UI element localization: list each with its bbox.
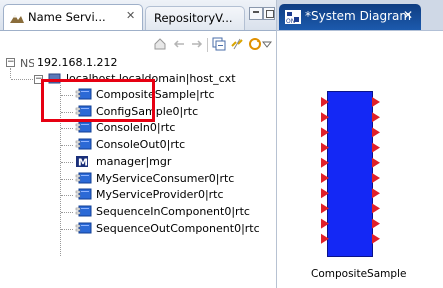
out-port[interactable]	[372, 157, 380, 168]
diagram-icon: ON	[285, 10, 301, 27]
highlight-selection-box	[41, 79, 155, 122]
home-icon[interactable]	[153, 37, 167, 54]
tree-connector	[10, 68, 11, 78]
system-diagram-editor: ON *System Diagram ✕ CompositeSample	[277, 0, 443, 288]
rtc-component-icon	[75, 222, 93, 238]
tree-connector	[61, 179, 73, 180]
maximize-icon	[266, 10, 274, 18]
tree-item-label: MyServiceProvider0|rtc	[96, 188, 224, 201]
view-menu-icon[interactable]	[261, 39, 273, 52]
back-icon[interactable]	[172, 37, 186, 54]
tree-item-label: ConsoleOut0|rtc	[96, 138, 186, 151]
component-name-label: CompositeSample	[311, 268, 407, 280]
name-service-view-icon	[9, 12, 25, 29]
left-tab-bar: Name Servi... ✕ RepositoryV...	[0, 0, 276, 31]
tree-root-label: 192.168.1.212	[37, 56, 118, 69]
name-server-icon: NS	[20, 56, 35, 72]
tree-item-label: MyServiceConsumer0|rtc	[96, 172, 235, 185]
minimize-button[interactable]	[249, 7, 263, 20]
tab-system-diagram-label: *System Diagram	[305, 9, 412, 23]
tab-name-service[interactable]: Name Servi... ✕	[3, 4, 143, 30]
refresh-icon[interactable]	[248, 37, 262, 54]
tree-item-row[interactable]: MyServiceProvider0|rtc	[0, 187, 276, 203]
tab-name-service-label: Name Servi...	[28, 10, 106, 24]
collapse-all-icon[interactable]	[212, 37, 226, 54]
tree-item-row[interactable]: Mmanager|mgr	[0, 154, 276, 170]
out-port[interactable]	[372, 203, 380, 214]
tree-item-label: SequenceOutComponent0|rtc	[96, 222, 260, 235]
rtc-component-icon	[75, 172, 93, 188]
tree-connector	[61, 128, 73, 129]
tab-repository-label: RepositoryV...	[154, 11, 233, 25]
tree-item-label: ConsoleIn0|rtc	[96, 121, 176, 134]
tree-item-label: manager|mgr	[96, 155, 172, 168]
link-icon[interactable]	[230, 37, 244, 54]
svg-text:M: M	[78, 158, 88, 169]
rtc-component-icon	[75, 121, 93, 137]
tree-item-row[interactable]: ConsoleIn0|rtc	[0, 120, 276, 136]
svg-text:NS: NS	[20, 57, 34, 69]
out-port[interactable]	[372, 233, 380, 244]
tree-connector	[61, 229, 73, 230]
rtc-component-icon	[75, 188, 93, 204]
maximize-button[interactable]	[263, 7, 275, 20]
view-toolbar	[0, 31, 276, 57]
name-service-view: Name Servi... ✕ RepositoryV... − NS 192.…	[0, 0, 277, 288]
tree-item-label: SequenceInComponent0|rtc	[96, 205, 250, 218]
out-port[interactable]	[372, 173, 380, 183]
close-icon[interactable]: ✕	[403, 8, 413, 22]
rtc-component-icon	[75, 205, 93, 221]
tree-item-row[interactable]: MyServiceConsumer0|rtc	[0, 171, 276, 187]
out-port[interactable]	[372, 142, 380, 153]
out-port[interactable]	[372, 112, 380, 123]
tree-connector	[61, 162, 73, 163]
tab-repository-view[interactable]: RepositoryV...	[145, 6, 245, 30]
tree-connector	[61, 195, 73, 196]
tree-connector	[11, 79, 33, 80]
tree-item-row[interactable]: SequenceOutComponent0|rtc	[0, 221, 276, 237]
rt-component-block[interactable]	[327, 91, 373, 257]
tree-item-row[interactable]: SequenceInComponent0|rtc	[0, 204, 276, 220]
editor-tab-bar: ON *System Diagram ✕	[277, 0, 443, 31]
collapse-toggle-icon[interactable]: −	[6, 58, 15, 67]
rtc-component-icon	[75, 138, 93, 154]
manager-icon: M	[75, 155, 91, 171]
tab-close-icon[interactable]: ✕	[126, 9, 135, 22]
tree-connector	[61, 145, 73, 146]
minimize-icon	[253, 11, 259, 13]
out-port[interactable]	[372, 97, 380, 107]
tree-item-row[interactable]: ConsoleOut0|rtc	[0, 137, 276, 153]
svg-text:ON: ON	[286, 18, 295, 24]
out-port[interactable]	[372, 218, 380, 229]
out-port[interactable]	[372, 127, 380, 138]
forward-icon[interactable]	[190, 37, 204, 54]
tab-system-diagram[interactable]: ON *System Diagram ✕	[279, 4, 421, 30]
out-port[interactable]	[372, 188, 380, 199]
toolbar-separator	[207, 38, 208, 52]
tree-connector	[61, 212, 73, 213]
tree-root-row[interactable]: − NS 192.168.1.212	[0, 55, 276, 71]
